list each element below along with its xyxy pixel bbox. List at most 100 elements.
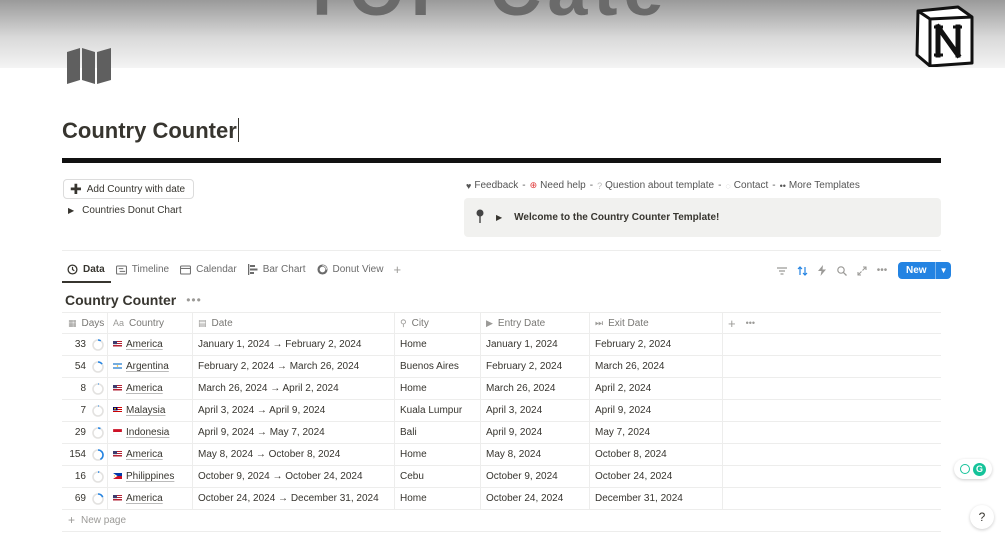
cell-country[interactable]: America [108, 378, 193, 399]
table-row[interactable]: 7 Malaysia April 3, 2024 → April 9, 2024 Ku… [62, 400, 941, 422]
cell-city[interactable]: Home [395, 334, 481, 355]
cell-days[interactable]: 16 [62, 466, 108, 487]
cell-country[interactable]: America [108, 334, 193, 355]
filter-icon[interactable] [776, 264, 788, 278]
cell-country[interactable]: Argentina [108, 356, 193, 377]
cell-exit-date[interactable]: October 8, 2024 [590, 444, 723, 465]
database-title[interactable]: Country Counter ••• [65, 292, 202, 308]
search-icon[interactable] [836, 264, 848, 278]
cell-days[interactable]: 33 [62, 334, 108, 355]
new-button[interactable]: New ▼ [898, 262, 952, 279]
column-header-entry-date[interactable]: ▶ Entry Date [481, 313, 590, 333]
cell-days[interactable]: 154 [62, 444, 108, 465]
column-header-country[interactable]: Aa Country [108, 313, 193, 333]
cell-exit-date[interactable]: October 24, 2024 [590, 466, 723, 487]
cell-city[interactable]: Buenos Aires [395, 356, 481, 377]
table-row[interactable]: 29 Indonesia April 9, 2024 → May 7, 2024 Ba… [62, 422, 941, 444]
cell-entry-date[interactable]: April 9, 2024 [481, 422, 590, 443]
cell-country[interactable]: America [108, 488, 193, 509]
link-more-templates[interactable]: More Templates [789, 180, 860, 191]
donut-chart-toggle[interactable]: ▶ Countries Donut Chart [68, 205, 182, 216]
chevron-down-icon[interactable]: ▼ [934, 262, 952, 279]
map-icon[interactable] [66, 48, 112, 84]
cell-entry-date[interactable]: October 9, 2024 [481, 466, 590, 487]
country-link[interactable]: America [126, 383, 163, 394]
table-row[interactable]: 16 Philippines October 9, 2024 → October 2… [62, 466, 941, 488]
link-feedback[interactable]: Feedback [474, 180, 518, 191]
cell-entry-date[interactable]: February 2, 2024 [481, 356, 590, 377]
cell-entry-date[interactable]: January 1, 2024 [481, 334, 590, 355]
callout-toggle-icon[interactable]: ▶ [496, 213, 502, 222]
cell-country[interactable]: Philippines [108, 466, 193, 487]
cell-date[interactable]: May 8, 2024 → October 8, 2024 [193, 444, 395, 465]
grammarly-widget[interactable]: G [954, 459, 992, 479]
sort-icon[interactable] [796, 264, 808, 278]
cell-entry-date[interactable]: October 24, 2024 [481, 488, 590, 509]
cell-entry-date[interactable]: April 3, 2024 [481, 400, 590, 421]
tab-data[interactable]: Data [62, 259, 111, 283]
tab-donut-view[interactable]: Donut View [312, 259, 390, 281]
cell-date[interactable]: October 24, 2024 → December 31, 2024 [193, 488, 395, 509]
cell-city[interactable]: Home [395, 444, 481, 465]
tab-calendar[interactable]: Calendar [175, 259, 243, 281]
database-more-icon[interactable]: ••• [186, 293, 202, 307]
cell-entry-date[interactable]: March 26, 2024 [481, 378, 590, 399]
cell-date[interactable]: February 2, 2024 → March 26, 2024 [193, 356, 395, 377]
cell-days[interactable]: 54 [62, 356, 108, 377]
country-link[interactable]: Indonesia [126, 427, 169, 438]
more-options-icon[interactable]: ••• [876, 264, 888, 278]
cell-days[interactable]: 7 [62, 400, 108, 421]
country-link[interactable]: America [126, 449, 163, 460]
link-question-template[interactable]: Question about template [605, 180, 714, 191]
cell-exit-date[interactable]: April 2, 2024 [590, 378, 723, 399]
cell-days[interactable]: 29 [62, 422, 108, 443]
add-column-icon[interactable]: + [728, 316, 736, 331]
link-need-help[interactable]: Need help [540, 180, 586, 191]
cell-date[interactable]: March 26, 2024 → April 2, 2024 [193, 378, 395, 399]
cell-city[interactable]: Home [395, 488, 481, 509]
cell-entry-date[interactable]: May 8, 2024 [481, 444, 590, 465]
cell-country[interactable]: Malaysia [108, 400, 193, 421]
cell-city[interactable]: Home [395, 378, 481, 399]
country-link[interactable]: America [126, 339, 163, 350]
cell-days[interactable]: 8 [62, 378, 108, 399]
cell-days[interactable]: 69 [62, 488, 108, 509]
cell-country[interactable]: Indonesia [108, 422, 193, 443]
tab-timeline[interactable]: Timeline [111, 259, 175, 281]
page-title[interactable]: Country Counter [62, 118, 239, 144]
link-contact[interactable]: Contact [734, 180, 768, 191]
column-header-date[interactable]: ▤ Date [193, 313, 395, 333]
column-header-exit-date[interactable]: ⏭ Exit Date [590, 313, 723, 333]
help-icon[interactable]: ? [970, 505, 994, 529]
table-row[interactable]: 69 America October 24, 2024 → December 31,… [62, 488, 941, 510]
country-link[interactable]: America [126, 493, 163, 504]
cell-country[interactable]: America [108, 444, 193, 465]
new-page-row[interactable]: + New page [68, 513, 126, 527]
column-header-days[interactable]: ▦ Days [62, 313, 108, 333]
column-more-icon[interactable]: ••• [746, 318, 755, 328]
cell-city[interactable]: Cebu [395, 466, 481, 487]
cell-exit-date[interactable]: April 9, 2024 [590, 400, 723, 421]
cell-date[interactable]: April 3, 2024 → April 9, 2024 [193, 400, 395, 421]
cell-date[interactable]: April 9, 2024 → May 7, 2024 [193, 422, 395, 443]
expand-icon[interactable] [856, 264, 868, 278]
cell-date[interactable]: January 1, 2024 → February 2, 2024 [193, 334, 395, 355]
cell-date[interactable]: October 9, 2024 → October 24, 2024 [193, 466, 395, 487]
cell-city[interactable]: Bali [395, 422, 481, 443]
cell-city[interactable]: Kuala Lumpur [395, 400, 481, 421]
country-link[interactable]: Philippines [126, 471, 174, 482]
column-header-city[interactable]: ⚲ City [395, 313, 481, 333]
table-row[interactable]: 154 America May 8, 2024 → October 8, 2024 H… [62, 444, 941, 466]
table-row[interactable]: 33 America January 1, 2024 → February 2, 2… [62, 334, 941, 356]
lightning-icon[interactable] [816, 264, 828, 278]
country-link[interactable]: Argentina [126, 361, 169, 372]
tab-bar-chart[interactable]: Bar Chart [243, 259, 312, 281]
toggle-triangle-icon[interactable]: ▶ [68, 206, 74, 215]
cell-exit-date[interactable]: February 2, 2024 [590, 334, 723, 355]
cell-exit-date[interactable]: March 26, 2024 [590, 356, 723, 377]
add-country-button[interactable]: ✚ Add Country with date [63, 179, 195, 199]
table-row[interactable]: 8 America March 26, 2024 → April 2, 2024 Ho… [62, 378, 941, 400]
add-view-icon[interactable]: + [389, 259, 405, 280]
table-row[interactable]: 54 Argentina February 2, 2024 → March 26, … [62, 356, 941, 378]
cell-exit-date[interactable]: May 7, 2024 [590, 422, 723, 443]
